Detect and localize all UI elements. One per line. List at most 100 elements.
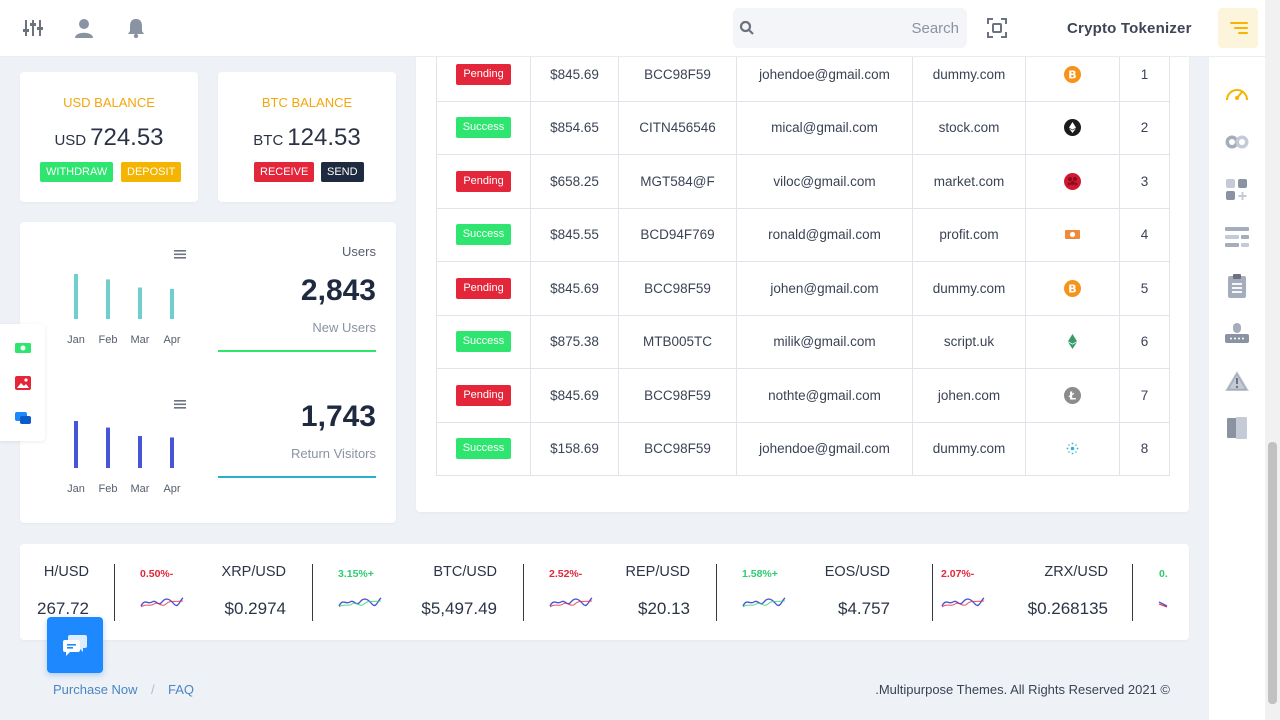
site-cell: script.uk [912, 314, 1026, 369]
chart-menu-icon[interactable] [174, 400, 186, 409]
ticker-pair: BTC/USD [433, 564, 497, 580]
ticker-change: 0.50%- [140, 568, 174, 580]
status-badge[interactable]: Success [456, 224, 511, 246]
row-number: 4 [1140, 227, 1149, 243]
row-number: 1 [1140, 66, 1149, 82]
status-badge[interactable]: Pending [456, 277, 511, 299]
send-button[interactable]: SEND [321, 162, 364, 182]
email-cell: johendoe@gmail.com [736, 421, 913, 476]
id-cell: BCC98F59 [618, 421, 737, 476]
bell-icon[interactable] [124, 16, 148, 40]
chat-button[interactable] [47, 617, 103, 673]
status-cell: Success [436, 207, 531, 262]
status-badge[interactable]: Success [456, 438, 511, 460]
transaction-id: BCC98F59 [644, 66, 711, 82]
purchase-now-link[interactable]: Purchase Now [53, 682, 138, 697]
transaction-id: BCC98F59 [644, 441, 711, 457]
ticker-change: 1.58%+ [742, 568, 778, 580]
speedometer-icon[interactable] [1224, 82, 1250, 108]
ticker-pair: REP/USD [625, 564, 690, 580]
row-number: 5 [1140, 280, 1149, 296]
image-icon[interactable] [14, 374, 32, 392]
faq-link[interactable]: FAQ [168, 682, 194, 697]
email: milik@gmail.com [773, 334, 876, 350]
chart-bar [74, 421, 78, 468]
email: johendoe@gmail.com [759, 441, 890, 457]
raspberry-coin-icon [1064, 172, 1081, 190]
layout-list-icon[interactable] [1224, 224, 1250, 250]
table-row: Pending $845.69 BCC98F59 johen@gmail.com dum… [436, 261, 1170, 316]
transactions-card: Pending $845.69 BCC98F59 johendoe@gmail.com… [416, 57, 1189, 512]
footer-separator: / [151, 682, 155, 697]
coin-cell [1025, 314, 1120, 369]
row-number: 2 [1140, 120, 1149, 136]
sliders-icon[interactable] [21, 16, 45, 40]
site: script.uk [943, 334, 995, 350]
site-cell: profit.com [912, 207, 1026, 262]
site-cell: dummy.com [912, 57, 1026, 102]
chart-tick-label: Mar [131, 483, 150, 495]
site: dummy.com [932, 280, 1006, 296]
withdraw-button[interactable]: WITHDRAW [40, 162, 114, 182]
search-icon[interactable] [739, 20, 755, 41]
apps-add-icon[interactable] [1224, 177, 1250, 203]
hamburger-button[interactable] [1218, 8, 1258, 48]
ticker-pair: EOS/USD [824, 564, 890, 580]
email: johen@gmail.com [770, 280, 879, 296]
amount: $845.69 [550, 280, 599, 296]
status-badge[interactable]: Success [456, 331, 511, 353]
status-cell: Success [436, 100, 531, 155]
scan-icon[interactable] [985, 16, 1009, 40]
clipboard-icon[interactable] [1224, 273, 1250, 299]
warning-icon[interactable] [1224, 368, 1250, 394]
chart-menu-icon[interactable] [174, 250, 186, 259]
email: ronald@gmail.com [768, 227, 881, 243]
chart-tick-label: Feb [99, 334, 118, 346]
status-badge[interactable]: Pending [456, 170, 511, 192]
return-visitors-underline [218, 476, 376, 478]
litecoin-icon: Ł [1064, 386, 1081, 404]
floating-toolbar [0, 324, 45, 441]
chart-tick-label: Feb [99, 483, 118, 495]
ticker-divider [312, 564, 313, 621]
coins-icon[interactable] [1224, 129, 1250, 155]
cash-icon[interactable] [14, 339, 32, 357]
number-cell: 7 [1119, 368, 1170, 423]
site-cell: market.com [912, 154, 1026, 209]
chart-menu-line [174, 403, 186, 406]
search-box[interactable] [733, 8, 967, 48]
chart-menu-line [174, 407, 186, 409]
svg-text:B: B [1068, 68, 1076, 81]
transaction-id: CITN456546 [639, 120, 716, 136]
email-cell: johendoe@gmail.com [736, 57, 913, 102]
ethereum-icon [1064, 119, 1081, 137]
book-icon[interactable] [1224, 415, 1250, 441]
site: dummy.com [932, 441, 1006, 457]
status-badge[interactable]: Success [456, 117, 511, 139]
scrollbar-thumb[interactable] [1268, 442, 1277, 704]
deposit-button[interactable]: DEPOSIT [121, 162, 182, 182]
receive-button[interactable]: RECEIVE [254, 162, 315, 182]
email-cell: viloc@gmail.com [736, 154, 913, 209]
brand-name: Crypto Tokenizer [1067, 20, 1192, 37]
status-badge[interactable]: Pending [456, 384, 511, 406]
email-cell: milik@gmail.com [736, 314, 913, 369]
status-badge[interactable]: Pending [456, 63, 511, 85]
return-visitors-value: 1,743 [300, 400, 376, 433]
number-cell: 1 [1119, 57, 1170, 102]
transaction-id: MTB005TC [642, 334, 713, 350]
page-scrollbar[interactable] [1265, 0, 1280, 720]
chat-bubbles-icon[interactable] [14, 409, 32, 427]
id-cell: BCC98F59 [618, 261, 737, 316]
user-icon[interactable] [72, 16, 96, 40]
email-cell: ronald@gmail.com [736, 207, 913, 262]
email-cell: mical@gmail.com [736, 100, 913, 155]
svg-text:B: B [1068, 282, 1076, 295]
mouse-icon[interactable] [1224, 321, 1250, 347]
chart-menu-line [174, 253, 186, 256]
search-input[interactable] [763, 16, 959, 40]
chart-bar [106, 279, 110, 319]
chart-tick-label: Apr [163, 334, 180, 346]
status-cell: Pending [436, 154, 531, 209]
transaction-id: MGT584@F [640, 173, 715, 189]
